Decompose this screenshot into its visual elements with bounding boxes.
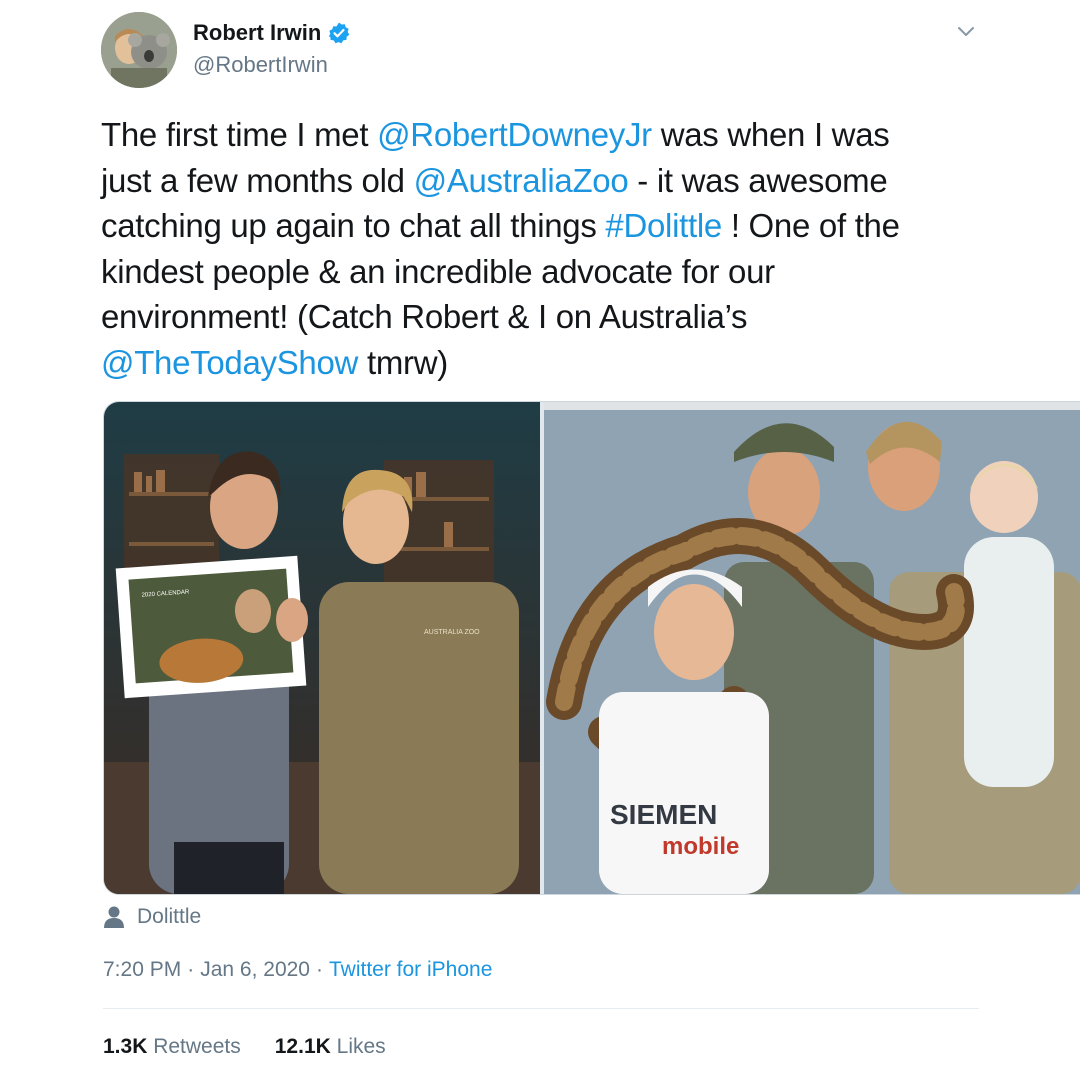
display-name[interactable]: Robert Irwin <box>193 20 321 46</box>
tweet-stats: 1.3K Retweets 12.1K Likes <box>103 1035 386 1059</box>
tweet-meta: 7:20 PM · Jan 6, 2020 · Twitter for iPhone <box>103 958 492 982</box>
media-grid: AUSTRALIA ZOO 2020 CALENDAR SIEMEN mobil… <box>103 401 1080 895</box>
tweet-text-segment: tmrw) <box>358 343 448 381</box>
user-name-row[interactable]: Robert Irwin <box>193 20 351 46</box>
photo-1[interactable]: AUSTRALIA ZOO 2020 CALENDAR <box>104 402 540 894</box>
hashtag-link[interactable]: #Dolittle <box>605 207 722 244</box>
mention-link[interactable]: @TheTodayShow <box>101 344 358 381</box>
likes-count: 12.1K <box>274 1035 331 1058</box>
kid-shirt-text-top: SIEMEN <box>610 799 717 830</box>
kid-shirt-text-bottom: mobile <box>662 833 739 860</box>
tagged-people[interactable]: Dolittle <box>103 905 201 929</box>
mention-link[interactable]: @AustraliaZoo <box>414 162 629 199</box>
tweet-text-line: environment! (Catch Robert & I on Austra… <box>101 294 1001 340</box>
meta-separator: · <box>187 958 195 981</box>
tweet-text: The first time I met @RobertDowneyJr was… <box>101 112 1001 385</box>
avatar[interactable] <box>101 12 177 88</box>
tweet-text-segment: ! One of the <box>721 207 900 244</box>
tweet-text-line: catching up again to chat all things #Do… <box>101 203 1001 249</box>
shirt-text: AUSTRALIA ZOO <box>424 629 480 636</box>
meta-separator: · <box>315 958 323 981</box>
tweet-source-link[interactable]: Twitter for iPhone <box>329 958 492 981</box>
tagged-label[interactable]: Dolittle <box>137 905 201 929</box>
mention-link[interactable]: @RobertDowneyJr <box>377 116 652 153</box>
tweet-text-segment: was when I was <box>651 116 890 153</box>
person-icon <box>104 906 124 928</box>
tweet-text-line: kindest people & an incredible advocate … <box>101 249 1001 295</box>
retweets-stat[interactable]: 1.3K Retweets <box>103 1035 241 1059</box>
likes-label: Likes <box>336 1035 386 1058</box>
tweet-text-line: @TheTodayShow tmrw) <box>101 340 1001 386</box>
user-handle[interactable]: @RobertIrwin <box>193 52 328 78</box>
divider <box>103 1008 979 1009</box>
verified-badge-icon <box>329 22 350 44</box>
photo-downey-and-robert: AUSTRALIA ZOO 2020 CALENDAR <box>104 402 540 894</box>
likes-stat[interactable]: 12.1K Likes <box>275 1035 386 1059</box>
avatar-image <box>101 12 177 88</box>
tweet-text-segment: - it was awesome <box>628 161 888 199</box>
tweet-date[interactable]: Jan 6, 2020 <box>200 958 310 981</box>
tweet-text-segment: kindest people & an incredible advocate … <box>101 252 775 290</box>
tweet-text-segment: environment! (Catch Robert & I on Austra… <box>101 298 748 335</box>
photo-zoo-visit: SIEMEN mobile <box>544 402 1080 894</box>
chevron-down-icon[interactable] <box>955 20 977 42</box>
tweet-time[interactable]: 7:20 PM <box>103 958 181 981</box>
tweet-text-segment: The first time I met <box>101 116 378 153</box>
tweet-text-line: The first time I met @RobertDowneyJr was… <box>101 112 1001 158</box>
tweet-text-segment: catching up again to chat all things <box>101 207 606 244</box>
retweets-label: Retweets <box>153 1035 241 1058</box>
retweets-count: 1.3K <box>103 1035 148 1058</box>
tweet-text-line: just a few months old @AustraliaZoo - it… <box>101 158 1001 204</box>
tweet-text-segment: just a few months old <box>101 161 414 199</box>
photo-2[interactable]: SIEMEN mobile <box>544 402 1080 894</box>
